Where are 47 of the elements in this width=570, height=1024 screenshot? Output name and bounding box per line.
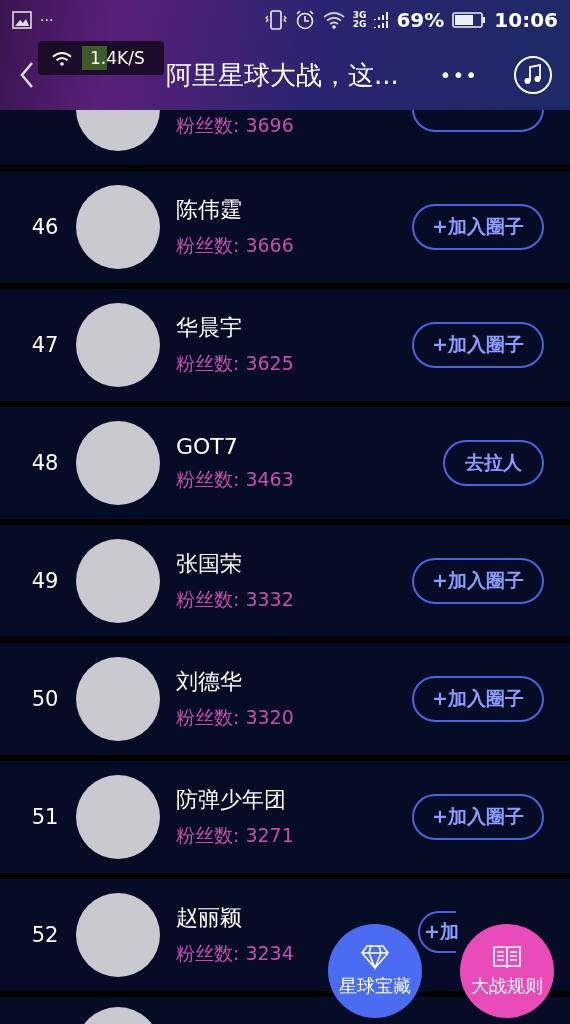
join-circle-button[interactable]: +加入圈子 xyxy=(412,322,544,368)
fan-count: 粉丝数: 3696 xyxy=(176,112,294,138)
join-circle-button[interactable]: +加 xyxy=(418,911,456,953)
speed-reading: 1.4K/S xyxy=(82,46,145,70)
back-icon[interactable] xyxy=(20,61,34,89)
star-name: 华晨宇 xyxy=(176,314,242,342)
battery-percent: 69% xyxy=(396,8,445,32)
star-name: 赵丽颖 xyxy=(176,904,242,932)
rank-number: 52 xyxy=(30,923,60,947)
music-note-icon[interactable] xyxy=(514,56,552,94)
star-name: 陈伟霆 xyxy=(176,196,242,224)
star-name: 刘德华 xyxy=(176,668,242,696)
signal-icon xyxy=(374,11,389,29)
network-type: 3G 2G xyxy=(352,11,367,29)
join-circle-button[interactable]: +加入圈子 xyxy=(412,558,544,604)
fan-count: 粉丝数: 3320 xyxy=(176,705,294,730)
invite-button[interactable]: 去拉人 xyxy=(443,440,544,486)
rank-number: 50 xyxy=(30,687,60,711)
battery-icon xyxy=(452,11,487,29)
alarm-icon xyxy=(294,10,315,30)
image-icon xyxy=(12,11,32,29)
diamond-icon xyxy=(360,944,390,970)
join-circle-button[interactable]: +加入圈子 xyxy=(412,794,544,840)
wifi-icon xyxy=(52,50,72,66)
join-circle-button[interactable]: +加入圈子 xyxy=(412,676,544,722)
rank-number: 48 xyxy=(30,451,60,475)
fan-count: 粉丝数: 3666 xyxy=(176,233,294,258)
fan-count: 粉丝数: 3463 xyxy=(176,466,294,492)
rank-number: 47 xyxy=(30,333,60,357)
rank-number: 49 xyxy=(30,569,60,593)
star-name: 张国荣 xyxy=(176,550,242,578)
rank-number: 46 xyxy=(30,215,60,239)
star-name: 防弹少年团 xyxy=(176,786,286,814)
book-icon xyxy=(492,944,522,970)
star-name: GOT7 xyxy=(176,433,238,459)
rank-number: 51 xyxy=(30,805,60,829)
wifi-icon xyxy=(322,11,345,29)
more-notifications: ··· xyxy=(40,12,54,28)
fan-count: 粉丝数: 3625 xyxy=(176,351,294,376)
vibrate-icon xyxy=(264,9,287,31)
clock-time: 10:06 xyxy=(494,8,558,32)
fan-count: 粉丝数: 3234 xyxy=(176,941,294,966)
page-title: 阿里星球大战，这... xyxy=(166,58,400,92)
more-menu-button[interactable]: ••• xyxy=(439,63,478,87)
join-circle-button[interactable]: +加入圈子 xyxy=(412,204,544,250)
fan-count: 粉丝数: 3332 xyxy=(176,587,294,612)
fan-count: 粉丝数: 3271 xyxy=(176,823,294,848)
